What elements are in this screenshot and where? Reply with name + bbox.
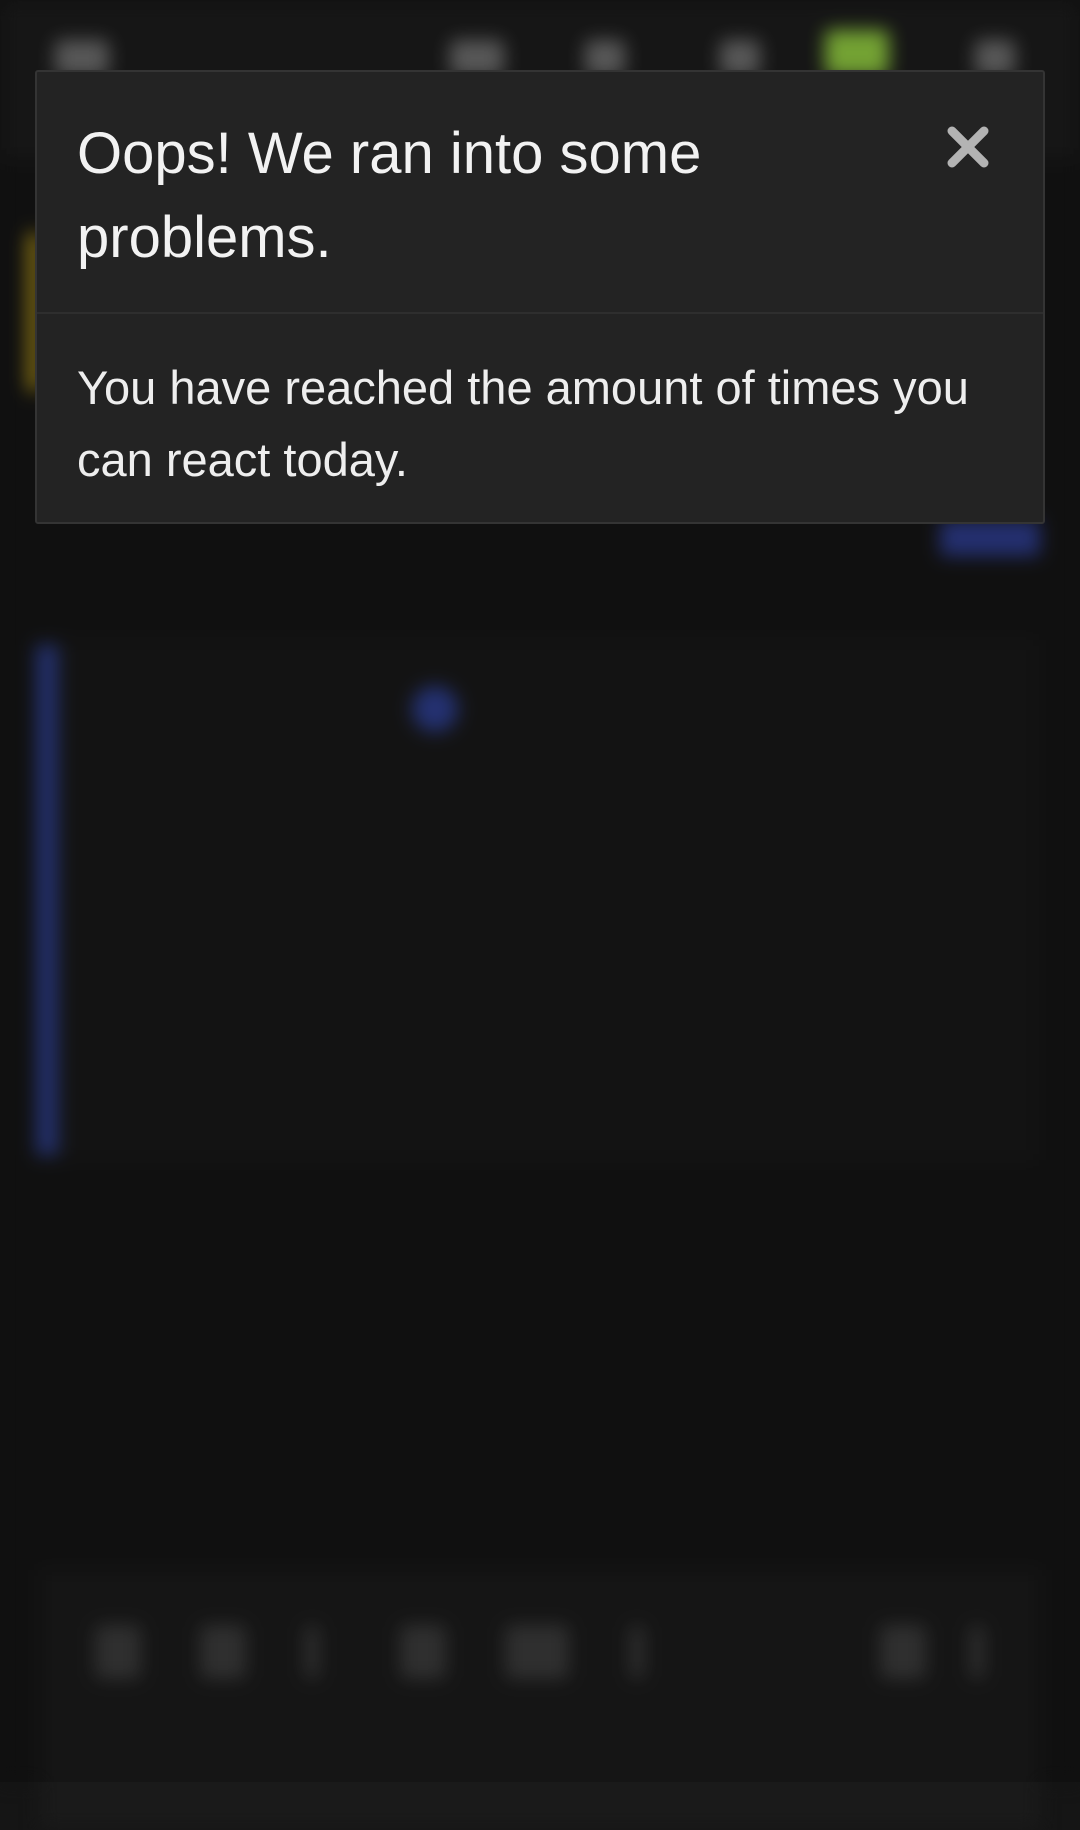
error-dialog: Oops! We ran into some problems. You hav… (35, 70, 1045, 524)
dialog-title: Oops! We ran into some problems. (77, 121, 702, 270)
close-button[interactable] (943, 122, 993, 172)
dialog-header: Oops! We ran into some problems. (37, 72, 1043, 314)
dialog-body: You have reached the amount of times you… (37, 314, 1043, 496)
dialog-message: You have reached the amount of times you… (77, 361, 969, 486)
close-icon (947, 126, 989, 168)
